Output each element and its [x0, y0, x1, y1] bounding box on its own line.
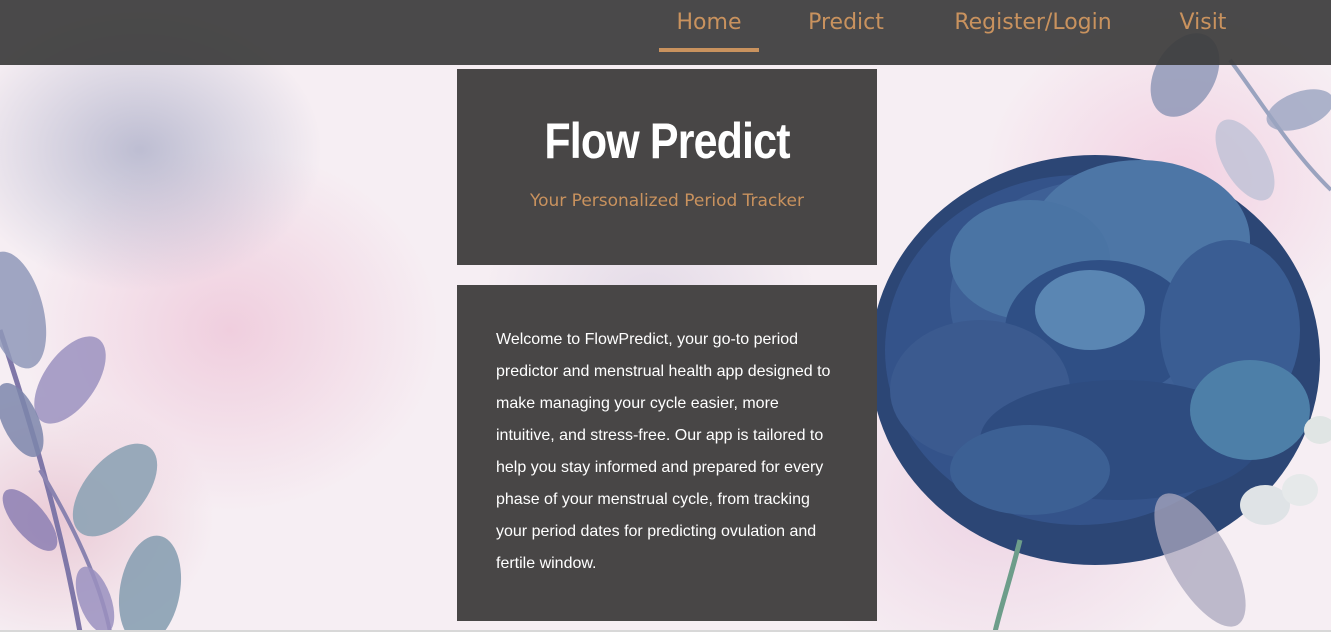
top-navbar: Home Predict Register/Login Visit [0, 0, 1331, 65]
app-title: Flow Predict [544, 113, 790, 169]
blue-rose-illustration [870, 155, 1331, 632]
nav-visit-link[interactable]: Visit [1167, 8, 1239, 52]
welcome-description-text: Welcome to FlowPredict, your go-to perio… [496, 331, 831, 572]
nav-home-link[interactable]: Home [659, 8, 759, 52]
page: Home Predict Register/Login Visit Flow P… [0, 0, 1331, 632]
nav-predict-link[interactable]: Predict [796, 8, 896, 52]
left-leaf-branch [0, 251, 182, 632]
hero-panel: Flow Predict Your Personalized Period Tr… [457, 69, 877, 265]
nav-register-login-link[interactable]: Register/Login [940, 8, 1126, 52]
description-panel: Welcome to FlowPredict, your go-to perio… [457, 285, 877, 621]
app-subtitle: Your Personalized Period Tracker [529, 191, 804, 211]
